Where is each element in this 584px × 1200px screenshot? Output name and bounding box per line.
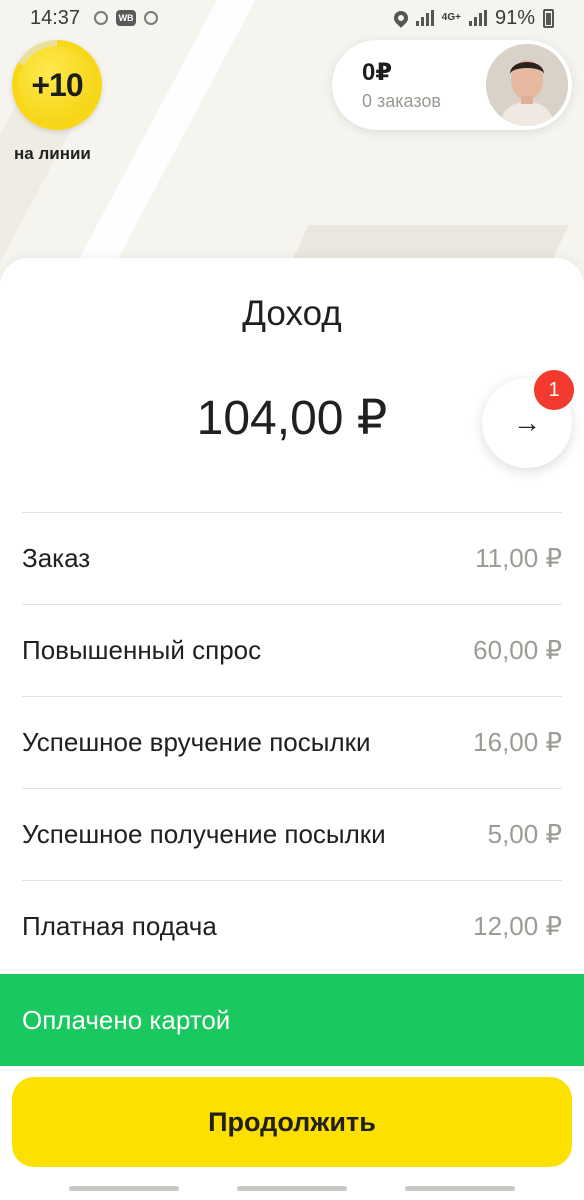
income-row-label: Платная подача bbox=[22, 911, 217, 941]
system-navigation-bar bbox=[0, 1186, 584, 1194]
online-status-label: на линии bbox=[14, 144, 91, 163]
income-row: Успешное получение посылки 5,00 ₽ bbox=[22, 788, 562, 880]
signal-icon bbox=[468, 10, 487, 26]
income-row: Повышенный спрос 60,00 ₽ bbox=[22, 604, 562, 696]
status-bar: 14:37 WB 4G+ 91% bbox=[0, 0, 584, 36]
sheet-title: Доход bbox=[242, 294, 342, 333]
avatar-image bbox=[486, 44, 568, 126]
income-row-label: Повышенный спрос bbox=[22, 635, 262, 665]
continue-button[interactable]: Продолжить bbox=[12, 1077, 572, 1167]
income-row-value: 12,00 ₽ bbox=[473, 911, 562, 941]
income-breakdown: Заказ 11,00 ₽ Повышенный спрос 60,00 ₽ У… bbox=[0, 512, 584, 972]
notification-icon bbox=[94, 11, 109, 25]
income-row-label: Успешное получение посылки bbox=[22, 819, 386, 849]
battery-icon bbox=[543, 8, 554, 28]
income-sheet: Доход 104,00 ₽ → 1 Заказ 11,00 ₽ Повышен… bbox=[0, 258, 584, 1200]
income-row-value: 5,00 ₽ bbox=[487, 819, 562, 849]
battery-percent: 91% bbox=[494, 6, 535, 29]
network-type: 4G+ bbox=[441, 12, 461, 23]
activity-badge[interactable]: +10 bbox=[12, 40, 102, 130]
income-row: Успешное вручение посылки 16,00 ₽ bbox=[22, 696, 562, 788]
payment-status-label: Оплачено картой bbox=[22, 1004, 231, 1035]
status-system-icons: 4G+ 91% bbox=[390, 6, 554, 30]
status-time: 14:37 bbox=[30, 6, 81, 29]
signal-icon bbox=[415, 10, 434, 26]
income-row-value: 60,00 ₽ bbox=[473, 635, 562, 665]
income-row-value: 11,00 ₽ bbox=[475, 543, 562, 573]
income-row: Заказ 11,00 ₽ bbox=[22, 512, 562, 604]
earnings-summary[interactable]: 0₽ 0 заказов bbox=[332, 40, 572, 130]
income-row: Платная подача 12,00 ₽ bbox=[22, 880, 562, 972]
notification-badge: 1 bbox=[532, 368, 576, 412]
orders-count: 0 заказов bbox=[362, 91, 441, 111]
income-row-value: 16,00 ₽ bbox=[473, 727, 562, 757]
nav-hint[interactable] bbox=[237, 1186, 347, 1191]
earnings-amount: 0₽ bbox=[362, 59, 393, 86]
income-row-label: Успешное вручение посылки bbox=[22, 727, 371, 757]
arrow-right-icon: → bbox=[513, 407, 541, 438]
wb-app-icon: WB bbox=[116, 10, 137, 26]
activity-value: +10 bbox=[18, 46, 96, 124]
payment-status-bar: Оплачено картой bbox=[0, 974, 584, 1066]
nav-hint[interactable] bbox=[405, 1186, 515, 1191]
avatar[interactable] bbox=[486, 44, 568, 126]
status-notification-icons: WB bbox=[94, 10, 159, 26]
notification-icon bbox=[144, 11, 159, 25]
nav-hint[interactable] bbox=[69, 1186, 179, 1191]
income-row-label: Заказ bbox=[22, 543, 91, 573]
location-icon bbox=[390, 8, 411, 28]
earnings-text: 0₽ 0 заказов bbox=[362, 58, 441, 112]
